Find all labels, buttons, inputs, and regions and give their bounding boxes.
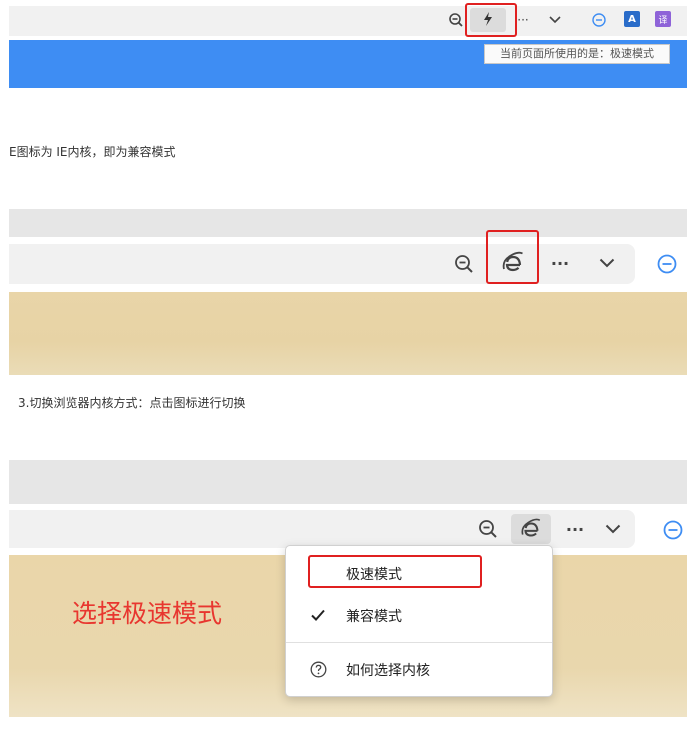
more-icon[interactable]: ··· [563,519,587,539]
minus-circle-icon[interactable] [590,11,608,29]
caption-switch-kernel: 3.切换浏览器内核方式：点击图标进行切换 [18,396,246,410]
chevron-down-icon[interactable] [547,11,563,29]
question-circle-icon [310,661,327,682]
chevron-down-icon[interactable] [596,254,618,272]
menu-item-compat-mode[interactable]: 兼容模式 [286,598,552,634]
zoom-out-icon[interactable] [446,10,466,30]
zoom-out-icon[interactable] [477,518,499,540]
ie-icon[interactable] [511,514,551,544]
annotation-text: 选择极速模式 [72,599,223,628]
tab-strip-2 [9,209,687,237]
minus-circle-icon[interactable] [662,519,684,541]
caption-ie-mode: E图标为 IE内核，即为兼容模式 [9,145,176,159]
browser-toolbar-1 [9,6,687,36]
check-icon [310,607,326,627]
menu-item-how-to-choose[interactable]: 如何选择内核 [286,652,552,688]
menu-item-label: 兼容模式 [346,609,402,625]
highlight-box [465,3,517,37]
address-bar-2 [9,244,635,284]
kernel-tooltip: 当前页面所使用的是：极速模式 [484,44,670,64]
more-icon[interactable]: ··· [548,253,572,273]
menu-item-label: 如何选择内核 [346,663,430,679]
page-content-area [9,292,687,375]
tab-strip-3 [9,460,687,504]
translate-icon[interactable]: 译 [655,11,671,27]
minus-circle-icon[interactable] [656,253,678,275]
a-extension-icon[interactable]: A [624,11,640,27]
more-icon[interactable]: ··· [515,10,531,30]
zoom-out-icon[interactable] [452,252,476,276]
menu-divider [286,642,552,643]
highlight-box [308,555,482,588]
chevron-down-icon[interactable] [602,520,624,538]
highlight-box [486,230,539,284]
